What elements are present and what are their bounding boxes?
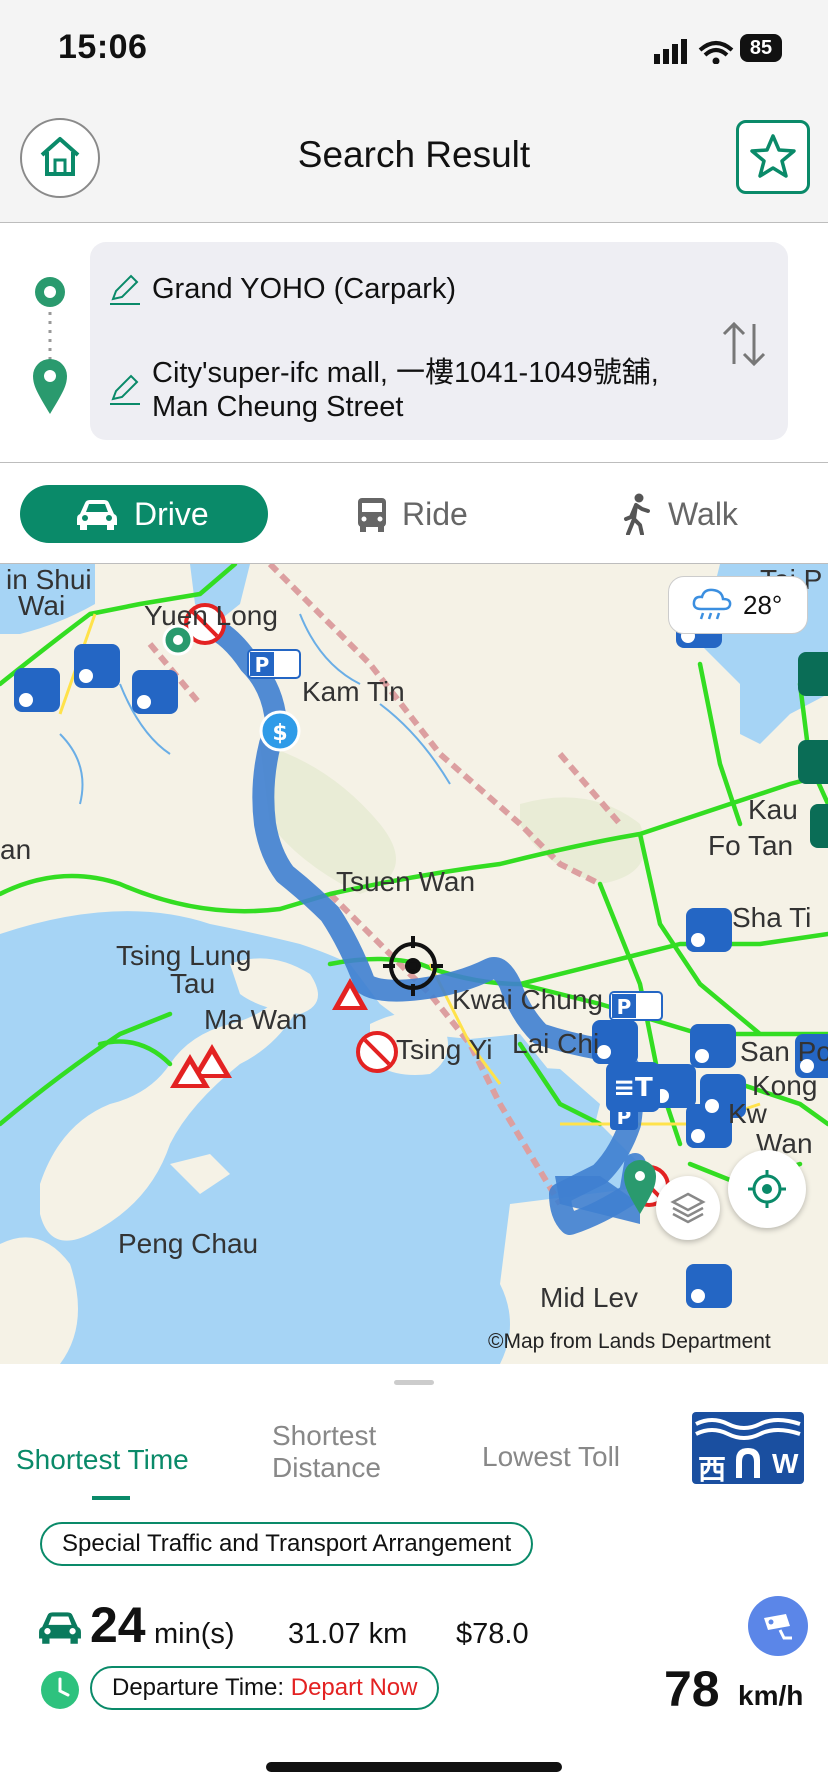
- route-input-box: Grand YOHO (Carpark) City'super-ifc mall…: [90, 242, 788, 440]
- place-label: Fo Tan: [708, 830, 794, 861]
- duration-value: 24: [90, 1597, 146, 1653]
- route-map[interactable]: $ P P P ≡T in Shui Wai Yuen Long Kam Tin…: [0, 564, 828, 1364]
- duration-unit: min(s): [154, 1618, 235, 1650]
- special-arrangement-button[interactable]: Special Traffic and Transport Arrangemen…: [40, 1522, 534, 1566]
- destination-line-1: City'super-ifc mall, 一樓1041-1049號舖,: [152, 357, 659, 389]
- map-copyright: ©Map from Lands Department: [488, 1330, 771, 1353]
- header-bar: Search Result: [0, 100, 828, 223]
- drag-handle[interactable]: [394, 1380, 434, 1385]
- place-label: San Po: [740, 1036, 828, 1067]
- parking-icon-1: P: [247, 649, 301, 679]
- current-speed-value: 78: [664, 1661, 720, 1717]
- destination-line-2: Man Cheung Street: [152, 391, 404, 423]
- rail-station-icon: ≡T: [606, 1062, 660, 1112]
- battery-indicator: 85: [740, 34, 782, 62]
- walk-icon: [624, 493, 650, 535]
- place-label: Tsuen Wan: [336, 866, 476, 897]
- favourite-button[interactable]: [736, 120, 810, 194]
- destination-pin-icon: [33, 359, 67, 414]
- place-label: Tsing Yi: [396, 1034, 493, 1065]
- layers-icon: [670, 1192, 706, 1224]
- selected-option-underline: [92, 1496, 130, 1500]
- svg-text:$: $: [272, 721, 287, 746]
- option-shortest-distance[interactable]: Shortest Distance: [272, 1420, 381, 1484]
- place-label: Kau: [748, 794, 798, 825]
- star-icon: [750, 134, 796, 178]
- toll-icon: $: [259, 710, 301, 752]
- car-icon: [77, 500, 117, 530]
- svg-text:≡T: ≡T: [613, 1073, 653, 1103]
- svg-text:P: P: [255, 653, 270, 677]
- place-label: Sha Ti: [732, 902, 812, 933]
- western-harbour-tunnel-badge[interactable]: 西 W: [692, 1412, 804, 1485]
- place-label: Lai Chi: [512, 1028, 600, 1059]
- distance-value: 31.07 km: [288, 1618, 408, 1650]
- map-layers-button[interactable]: [656, 1176, 720, 1240]
- place-label: Ma Wan: [204, 1004, 308, 1035]
- car-icon: [39, 1612, 81, 1644]
- tab-walk-label: Walk: [668, 496, 738, 532]
- edit-destination-icon[interactable]: [108, 372, 142, 406]
- departure-label: Departure Time:: [112, 1674, 291, 1701]
- departure-time-button[interactable]: Departure Time: Depart Now: [90, 1666, 440, 1710]
- route-markers: [33, 277, 67, 414]
- toll-value: $78.0: [456, 1618, 529, 1650]
- place-label: Mid Lev: [540, 1282, 639, 1313]
- tunnel-badge-w: W: [772, 1448, 799, 1479]
- target-icon: [748, 1170, 786, 1208]
- page-title: Search Result: [297, 134, 531, 175]
- tunnel-badge-chinese: 西: [698, 1454, 727, 1485]
- place-label: Wai: [18, 590, 66, 621]
- option-shortest-distance-line2: Distance: [272, 1452, 381, 1483]
- tab-ride-label: Ride: [402, 496, 468, 532]
- mode-tabs: Drive Ride Walk: [0, 462, 828, 564]
- home-indicator: [266, 1762, 562, 1772]
- departure-value: Depart Now: [290, 1674, 418, 1701]
- place-label: Kam Tin: [302, 676, 405, 707]
- edit-origin-icon[interactable]: [108, 272, 142, 306]
- option-lowest-toll[interactable]: Lowest Toll: [482, 1441, 620, 1473]
- speed-camera-icon: [764, 1614, 792, 1640]
- origin-field[interactable]: Grand YOHO (Carpark): [152, 272, 456, 306]
- svg-text:P: P: [617, 995, 632, 1019]
- place-label: Yuen Long: [144, 600, 278, 631]
- place-label: Kwai Chung: [452, 984, 603, 1015]
- weather-temp: 28°: [743, 590, 783, 620]
- place-label: Kw: [728, 1098, 767, 1129]
- status-time: 15:06: [58, 28, 148, 66]
- tab-drive[interactable]: Drive: [20, 485, 268, 543]
- swap-icon[interactable]: [718, 318, 770, 370]
- place-label: Tau: [170, 968, 216, 999]
- place-label: an: [0, 834, 32, 865]
- weather-badge[interactable]: 28°: [668, 576, 808, 634]
- signal-wifi-icons: [654, 39, 734, 64]
- tab-ride[interactable]: Ride: [352, 485, 492, 543]
- clock-icon: [41, 1671, 79, 1709]
- speed-camera-button[interactable]: [748, 1596, 808, 1656]
- parking-icon-2: P: [609, 991, 663, 1021]
- road-closure-icon-2: [356, 1031, 398, 1073]
- option-shortest-distance-line1: Shortest: [272, 1420, 377, 1451]
- place-label: Peng Chau: [118, 1228, 259, 1259]
- locate-me-button[interactable]: [728, 1150, 806, 1228]
- tab-drive-label: Drive: [134, 496, 209, 532]
- destination-field[interactable]: City'super-ifc mall, 一樓1041-1049號舖, Man …: [152, 356, 712, 424]
- bus-icon: [358, 498, 386, 532]
- option-shortest-time[interactable]: Shortest Time: [16, 1444, 189, 1476]
- rain-cloud-icon: [692, 588, 732, 620]
- tab-walk[interactable]: Walk: [620, 485, 760, 543]
- current-speed-unit: km/h: [738, 1680, 804, 1711]
